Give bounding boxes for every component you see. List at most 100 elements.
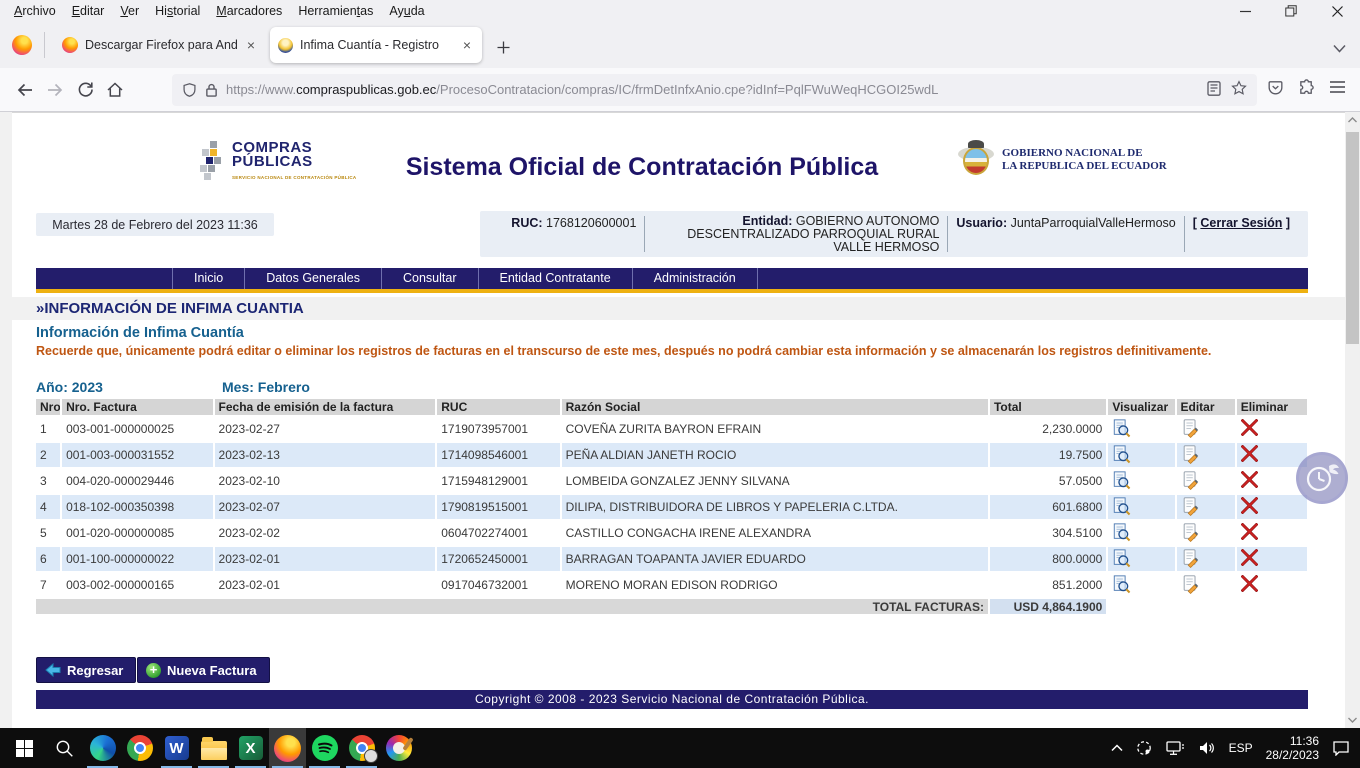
eliminar-button[interactable]: [1241, 445, 1258, 465]
editar-button[interactable]: [1181, 444, 1200, 467]
taskbar-word[interactable]: [158, 728, 195, 768]
cell-total: 57.0500: [990, 469, 1106, 493]
taskbar-excel[interactable]: [232, 728, 269, 768]
session-timer-widget[interactable]: [1296, 452, 1348, 504]
editar-button[interactable]: [1181, 470, 1200, 493]
nav-administracio-n[interactable]: Administración: [632, 268, 758, 289]
url-bar[interactable]: https://www.compraspublicas.gob.ec/Proce…: [172, 74, 1257, 106]
reload-button[interactable]: [70, 75, 100, 105]
firefox-logo-icon[interactable]: [12, 35, 32, 55]
home-button[interactable]: [100, 75, 130, 105]
tray-chevron-up-icon[interactable]: [1111, 744, 1123, 752]
taskbar-paint[interactable]: [380, 728, 417, 768]
nav-consultar[interactable]: Consultar: [381, 268, 478, 289]
tab-close-icon[interactable]: ×: [460, 37, 474, 53]
nav-entidad-contratante[interactable]: Entidad Contratante: [478, 268, 632, 289]
page-scrollbar[interactable]: [1345, 112, 1360, 728]
eliminar-button[interactable]: [1241, 523, 1258, 543]
taskbar-firefox[interactable]: [269, 728, 306, 768]
document-magnifier-icon: [1112, 574, 1131, 594]
plus-icon: [497, 41, 510, 54]
tray-record-icon[interactable]: [1136, 740, 1153, 757]
nav-datos-generales[interactable]: Datos Generales: [244, 268, 381, 289]
menu-editar[interactable]: Editar: [64, 2, 113, 20]
restore-button[interactable]: [1268, 0, 1314, 22]
taskbar-file-explorer[interactable]: [195, 728, 232, 768]
notification-center-icon[interactable]: [1332, 740, 1350, 756]
cell-action: [1108, 469, 1174, 493]
editar-button[interactable]: [1181, 418, 1200, 441]
tab-inactive[interactable]: Descargar Firefox para Android×: [54, 27, 266, 63]
nav-inicio[interactable]: Inicio: [172, 268, 244, 289]
nueva-factura-button[interactable]: Nueva Factura: [137, 657, 270, 683]
menu-archivo[interactable]: Archivo: [6, 2, 64, 20]
close-window-button[interactable]: [1314, 0, 1360, 22]
col-header-razo-n-social: Razón Social: [562, 399, 988, 415]
scroll-down-arrow[interactable]: [1345, 712, 1360, 728]
menu-ayuda[interactable]: Ayuda: [381, 2, 432, 20]
lock-icon[interactable]: [205, 82, 218, 98]
year-label: Año: 2023: [36, 379, 103, 395]
tray-clock[interactable]: 11:36 28/2/2023: [1266, 734, 1319, 762]
eliminar-button[interactable]: [1241, 549, 1258, 569]
cell-action: [1237, 547, 1307, 571]
cell-action: [1177, 495, 1235, 519]
tab-close-icon[interactable]: ×: [244, 37, 258, 53]
tray-language[interactable]: ESP: [1229, 741, 1253, 755]
eliminar-button[interactable]: [1241, 471, 1258, 491]
total-value: USD 4,864.1900: [990, 599, 1106, 614]
taskbar-chrome[interactable]: [121, 728, 158, 768]
visualizar-button[interactable]: [1112, 574, 1131, 597]
eliminar-button[interactable]: [1241, 497, 1258, 517]
regresar-button[interactable]: Regresar: [36, 657, 136, 683]
list-all-tabs-icon[interactable]: [1333, 40, 1346, 58]
taskbar-search-button[interactable]: [46, 728, 83, 768]
document-pencil-icon: [1181, 444, 1200, 464]
scrollbar-thumb[interactable]: [1346, 132, 1359, 344]
taskbar-spotify[interactable]: [306, 728, 343, 768]
editar-button[interactable]: [1181, 522, 1200, 545]
tray-network-icon[interactable]: [1166, 741, 1185, 756]
cell-fecha: 2023-02-07: [215, 495, 436, 519]
visualizar-button[interactable]: [1112, 548, 1131, 571]
taskbar-chrome-profile[interactable]: [343, 728, 380, 768]
new-tab-button[interactable]: [492, 36, 514, 58]
page-title: Sistema Oficial de Contratación Pública: [372, 153, 912, 182]
editar-button[interactable]: [1181, 574, 1200, 597]
eliminar-button[interactable]: [1241, 419, 1258, 439]
back-button[interactable]: [10, 75, 40, 105]
tray-volume-icon[interactable]: [1198, 741, 1216, 755]
forward-button[interactable]: [40, 75, 70, 105]
minimize-button[interactable]: [1222, 0, 1268, 22]
taskbar-edge[interactable]: [84, 728, 121, 768]
red-x-icon: [1241, 445, 1258, 462]
hamburger-menu-icon[interactable]: [1329, 80, 1346, 99]
logout-wrap: [ Cerrar Sesión ]: [1185, 215, 1298, 230]
visualizar-button[interactable]: [1112, 444, 1131, 467]
visualizar-button[interactable]: [1112, 470, 1131, 493]
menu-historial[interactable]: Historial: [147, 2, 208, 20]
eliminar-button[interactable]: [1241, 575, 1258, 595]
editar-button[interactable]: [1181, 496, 1200, 519]
tracking-shield-icon[interactable]: [182, 82, 197, 98]
scroll-up-arrow[interactable]: [1345, 112, 1360, 128]
total-row: TOTAL FACTURAS:USD 4,864.1900: [36, 599, 1307, 614]
tab-active[interactable]: Infima Cuantía - Registro×: [270, 27, 482, 63]
cell-nro: 1: [36, 417, 60, 441]
editar-button[interactable]: [1181, 548, 1200, 571]
visualizar-button[interactable]: [1112, 522, 1131, 545]
cell-total: 2,230.0000: [990, 417, 1106, 441]
bookmark-star-icon[interactable]: [1231, 80, 1247, 99]
visualizar-button[interactable]: [1112, 496, 1131, 519]
visualizar-button[interactable]: [1112, 418, 1131, 441]
logout-link[interactable]: Cerrar Sesión: [1200, 216, 1282, 230]
col-header-fecha-de-emisio-n-de-la-factura: Fecha de emisión de la factura: [215, 399, 436, 415]
menu-marcadores[interactable]: Marcadores: [208, 2, 290, 20]
extensions-puzzle-icon[interactable]: [1298, 79, 1315, 101]
pocket-icon[interactable]: [1267, 79, 1284, 101]
start-button[interactable]: [6, 728, 43, 768]
menu-ver[interactable]: Ver: [112, 2, 147, 20]
menu-herramientas[interactable]: Herramientas: [290, 2, 381, 20]
reader-mode-icon[interactable]: [1207, 81, 1221, 99]
word-icon: [165, 736, 189, 760]
